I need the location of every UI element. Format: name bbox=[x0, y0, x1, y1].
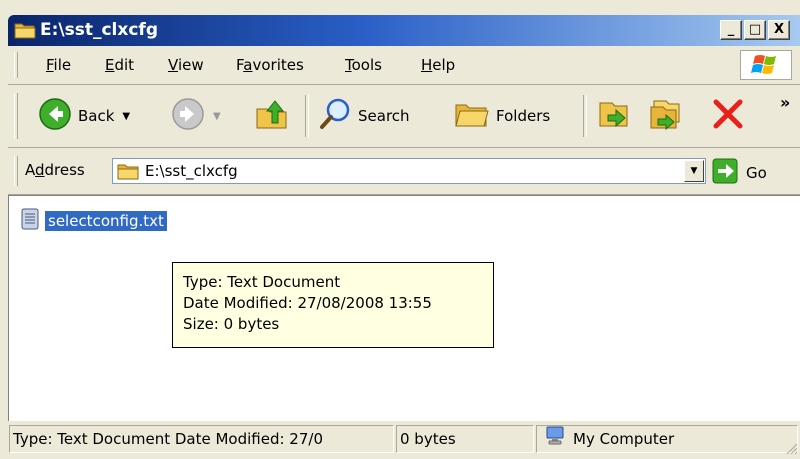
search-button[interactable]: Search bbox=[318, 85, 410, 147]
status-info: Type: Text Document Date Modified: 27/0 bbox=[9, 425, 394, 453]
delete-button[interactable] bbox=[711, 85, 745, 147]
forward-button[interactable]: ▼ bbox=[171, 85, 221, 147]
status-bar: Type: Text Document Date Modified: 27/0 … bbox=[8, 422, 800, 457]
file-item[interactable]: selectconfig.txt bbox=[21, 208, 167, 234]
folders-label: Folders bbox=[496, 107, 551, 125]
windows-logo-icon bbox=[740, 50, 792, 80]
folders-icon bbox=[454, 97, 490, 135]
menu-bar: File Edit View Favorites Tools Help bbox=[8, 46, 800, 85]
back-dropdown-icon[interactable]: ▼ bbox=[122, 111, 130, 122]
search-icon bbox=[318, 97, 352, 135]
address-input[interactable]: E:\sst_clxcfg ▼ bbox=[112, 158, 706, 184]
menu-help[interactable]: Help bbox=[421, 56, 455, 74]
status-size: 0 bytes bbox=[396, 425, 534, 453]
address-label: Address bbox=[25, 161, 85, 179]
search-label: Search bbox=[358, 107, 410, 125]
up-folder-icon bbox=[254, 97, 290, 135]
back-arrow-icon bbox=[38, 97, 72, 135]
resize-grip-icon[interactable] bbox=[784, 441, 798, 455]
tooltip-size: Size: 0 bytes bbox=[183, 315, 280, 333]
address-dropdown-button[interactable]: ▼ bbox=[684, 160, 704, 182]
tooltip-type: Type: Text Document bbox=[183, 273, 341, 291]
close-button[interactable]: X bbox=[768, 20, 790, 40]
status-zone-label: My Computer bbox=[573, 430, 675, 448]
toolbar-overflow-button[interactable]: » bbox=[780, 93, 790, 112]
maximize-button[interactable]: □ bbox=[744, 20, 766, 40]
menu-grip[interactable] bbox=[14, 52, 18, 78]
delete-icon bbox=[711, 97, 745, 135]
toolbar-separator bbox=[305, 95, 309, 137]
menu-view[interactable]: View bbox=[168, 56, 204, 74]
copy-to-icon bbox=[648, 97, 684, 135]
copy-to-button[interactable] bbox=[648, 85, 684, 147]
go-button[interactable]: Go bbox=[712, 158, 767, 188]
folder-icon bbox=[14, 21, 36, 43]
minimize-button[interactable]: _ bbox=[720, 20, 742, 40]
window-title: E:\sst_clxcfg bbox=[40, 20, 158, 40]
folders-button[interactable]: Folders bbox=[454, 85, 550, 147]
back-button[interactable]: Back ▼ bbox=[38, 85, 130, 147]
text-file-icon bbox=[21, 208, 39, 234]
toolbar-grip[interactable] bbox=[14, 93, 18, 139]
toolbar-separator bbox=[583, 95, 587, 137]
menu-file[interactable]: File bbox=[46, 56, 71, 74]
menu-favorites[interactable]: Favorites bbox=[236, 56, 304, 74]
go-label: Go bbox=[746, 164, 767, 182]
back-label: Back bbox=[78, 107, 115, 125]
go-arrow-icon bbox=[712, 158, 738, 188]
my-computer-icon bbox=[545, 426, 565, 452]
menu-tools[interactable]: Tools bbox=[345, 56, 382, 74]
address-value: E:\sst_clxcfg bbox=[145, 162, 238, 180]
menu-edit[interactable]: Edit bbox=[105, 56, 134, 74]
file-list-view[interactable]: selectconfig.txt Type: Text Document Dat… bbox=[8, 195, 800, 421]
file-name: selectconfig.txt bbox=[45, 211, 167, 231]
folder-icon bbox=[117, 163, 139, 184]
move-to-icon bbox=[596, 97, 632, 135]
file-tooltip: Type: Text Document Date Modified: 27/08… bbox=[172, 262, 494, 348]
explorer-window: E:\sst_clxcfg _ □ X File Edit View Favor… bbox=[0, 0, 800, 457]
tooltip-date: Date Modified: 27/08/2008 13:55 bbox=[183, 294, 432, 312]
up-folder-button[interactable] bbox=[254, 85, 290, 147]
address-grip[interactable] bbox=[14, 156, 18, 186]
address-bar: Address E:\sst_clxcfg ▼ Go bbox=[8, 148, 800, 195]
forward-arrow-icon bbox=[171, 97, 205, 135]
move-to-button[interactable] bbox=[596, 85, 632, 147]
status-zone: My Computer bbox=[536, 425, 798, 453]
title-bar[interactable]: E:\sst_clxcfg _ □ X bbox=[8, 15, 800, 46]
standard-toolbar: Back ▼ ▼ Search Folders » bbox=[8, 85, 800, 148]
forward-dropdown-icon[interactable]: ▼ bbox=[213, 111, 221, 122]
